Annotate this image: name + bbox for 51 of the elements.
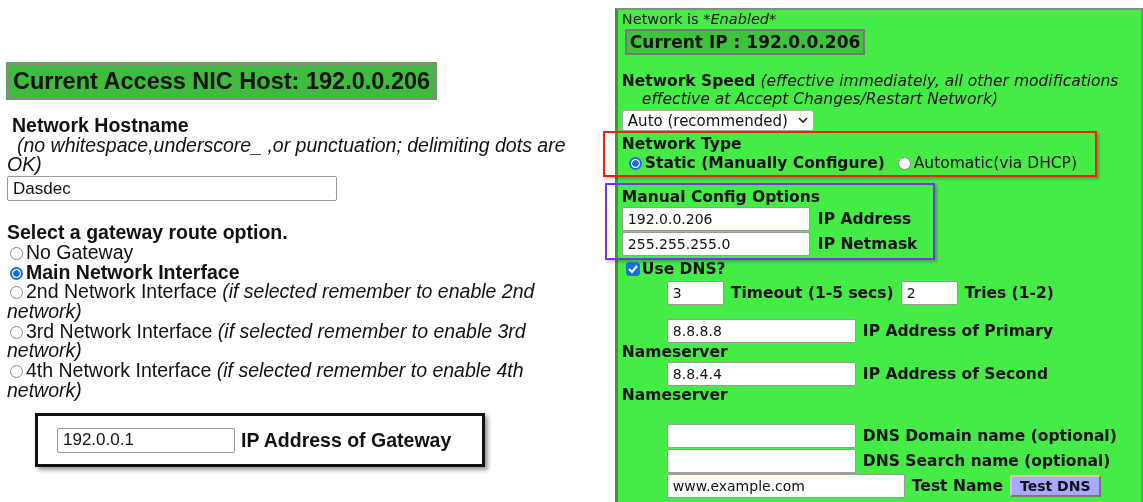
speed-label: Network Speed (effective immediately, all other modifications effective at Accept Changes/Restart Network) (621, 72, 1120, 108)
ip-field[interactable]: 255.255.255.0 (621, 232, 810, 256)
dns-name-label: DNS Search name (optional) (862, 452, 1111, 470)
option-note: (if selected remember to enable 4th (216, 359, 524, 382)
option-note: (if selected remember to enable 3rd (217, 319, 526, 342)
tries-field[interactable]: 2 (900, 281, 958, 305)
hostname-field[interactable]: Dasdec (7, 176, 337, 202)
nameserver-field[interactable]: 8.8.4.4 (666, 362, 856, 386)
radio-button[interactable] (10, 325, 23, 339)
radio-button[interactable] (10, 286, 23, 300)
radio-button[interactable] (10, 365, 23, 379)
field-label: IP Address (817, 210, 912, 228)
option-note: (if selected remember to enable 2nd (222, 280, 535, 303)
option-label: Static (Manually Configure) (644, 154, 885, 172)
field-label: IP Netmask (817, 235, 918, 253)
radio-button[interactable] (10, 246, 23, 260)
ip-field[interactable]: 192.0.0.206 (621, 207, 810, 231)
current-ip-banner: Current IP : 192.0.0.206 (624, 29, 866, 55)
nameserver-label: IP Address of Primary (862, 322, 1054, 340)
nameserver-label: IP Address of Second (862, 365, 1048, 383)
nameserver-label: Nameserver (621, 386, 729, 404)
host-banner: Current Access NIC Host: 192.0.0.206 (7, 63, 437, 99)
nameserver-field[interactable]: 8.8.8.8 (666, 319, 856, 343)
radio-button[interactable] (10, 266, 23, 280)
option-note: network) (7, 378, 82, 401)
radio-button[interactable] (897, 156, 911, 170)
nameserver-label: Nameserver (621, 343, 729, 361)
status-value: *Enabled* (703, 11, 777, 27)
dns-name-label: DNS Domain name (optional) (862, 427, 1117, 445)
status-label: Network is (621, 11, 699, 27)
option-note: network) (7, 339, 82, 362)
gateway-ip-label: IP Address of Gateway (241, 430, 452, 451)
tries-label: Tries (1-2) (964, 284, 1054, 302)
dns-name-field[interactable] (666, 449, 856, 473)
hostname-hint: (no whitespace,underscore_ ,or punctuation; delimiting dots are OK) (7, 135, 567, 176)
dns-name-field[interactable] (666, 424, 856, 448)
speed-dropdown[interactable]: Auto (recommended) (621, 110, 814, 131)
manual-config-heading: Manual Config Options (621, 188, 821, 206)
test-name-field[interactable]: www.example.com (666, 474, 905, 498)
timeout-label: Timeout (1-5 secs) (730, 284, 894, 302)
option-label: Automatic(via DHCP) (913, 154, 1077, 172)
network-type-heading: Network Type (621, 135, 743, 153)
gateway-ip-field[interactable]: 192.0.0.1 (57, 427, 235, 453)
test-dns-button[interactable]: Test DNS (1010, 475, 1101, 497)
use-dns-label: Use DNS? (641, 260, 726, 278)
radio-button[interactable] (628, 156, 642, 170)
chevron-down-icon (797, 117, 808, 124)
test-name-label: Test Name (911, 477, 1003, 495)
timeout-field[interactable]: 3 (666, 281, 724, 305)
checkbox[interactable] (625, 262, 640, 276)
hostname-label: Network Hostname (12, 116, 190, 136)
